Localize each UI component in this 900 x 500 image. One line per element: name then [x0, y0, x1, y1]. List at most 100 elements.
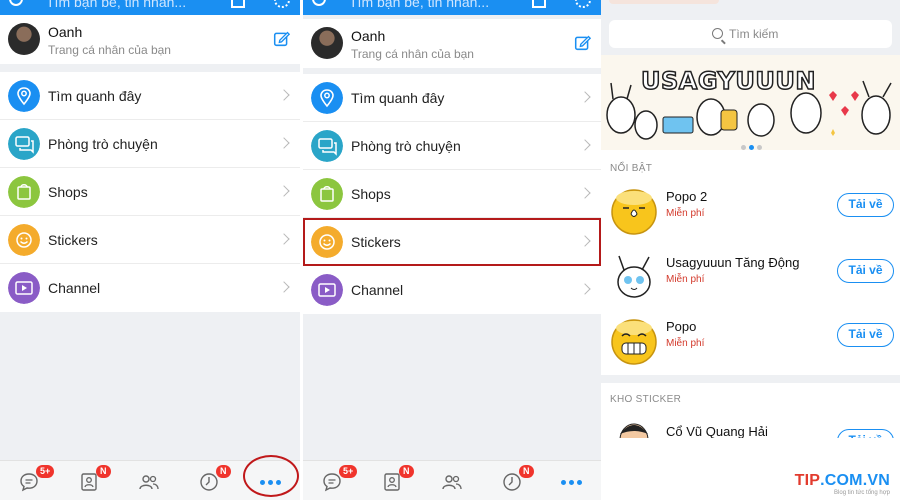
download-button[interactable]: Tải về [837, 323, 894, 347]
chat-room-icon [8, 128, 40, 160]
contacts-badge: N [96, 465, 111, 478]
sticker-search-placeholder: Tìm kiếm [729, 27, 779, 41]
more-dots-icon[interactable] [561, 480, 583, 486]
sticker-store-screen: Tìm kiếm USAGYUUUN NỔI BẬT Popo 2 Miễn p… [601, 0, 900, 500]
menu-item-channel[interactable]: Channel [303, 266, 601, 314]
chevron-right-icon [278, 281, 290, 293]
menu-item-label: Stickers [351, 234, 401, 250]
menu-item-stickers[interactable]: Stickers [0, 216, 300, 264]
bottom-navigation: 5+ N N [303, 460, 601, 500]
section-separator [601, 375, 900, 383]
sticker-pack-row[interactable]: Popo Miễn phí Tải về [601, 310, 900, 372]
edit-icon[interactable] [574, 34, 591, 51]
chevron-right-icon [579, 283, 591, 295]
search-placeholder: Tìm bạn bè, tin nhắn... [349, 0, 490, 10]
more-tab-highlight-ring [243, 455, 299, 497]
chat-room-icon [311, 130, 343, 162]
profile-row[interactable]: Oanh Trang cá nhân của bạn [303, 19, 601, 68]
chevron-right-icon [579, 187, 591, 199]
contacts-badge: N [399, 465, 414, 478]
pack-name: Usagyuuun Tăng Động [666, 255, 800, 270]
menu-item-label: Phòng trò chuyện [351, 138, 461, 154]
menu-item-chat-room[interactable]: Phòng trò chuyện [303, 122, 601, 170]
sticker-search-input[interactable]: Tìm kiếm [609, 20, 892, 48]
shopping-bag-icon [8, 176, 40, 208]
chevron-right-icon [579, 139, 591, 151]
gear-icon[interactable] [274, 0, 290, 8]
watermark-domain: .COM.VN [820, 472, 890, 489]
banner-page-indicator [741, 137, 765, 150]
menu-item-label: Stickers [48, 232, 98, 248]
profile-name: Oanh [48, 24, 83, 40]
shopping-bag-icon [311, 178, 343, 210]
usagyuuun-sticker-thumbnail [617, 255, 651, 298]
pack-price: Miễn phí [666, 208, 705, 219]
search-bar[interactable]: Tìm bạn bè, tin nhắn... [303, 0, 601, 15]
watermark-tagline: Blog tin tức tổng hợp [834, 490, 890, 496]
chevron-right-icon [278, 233, 290, 245]
banner-title: USAGYUUUN [640, 66, 816, 96]
menu-item-channel[interactable]: Channel [0, 264, 300, 312]
menu-item-label: Channel [351, 282, 404, 298]
chevron-right-icon [579, 91, 591, 103]
menu-item-label: Phòng trò chuyện [48, 136, 158, 152]
more-screen-1: Tìm bạn bè, tin nhắn... Oanh Trang cá nh… [0, 0, 300, 500]
pack-price: Miễn phí [666, 274, 705, 285]
menu-item-label: Channel [48, 280, 101, 296]
menu-item-shops[interactable]: Shops [303, 170, 601, 218]
chevron-right-icon [579, 235, 591, 247]
chevron-right-icon [278, 137, 290, 149]
timeline-badge: N [216, 465, 231, 478]
search-bar[interactable]: Tìm bạn bè, tin nhắn... [0, 0, 300, 15]
featured-banner[interactable]: USAGYUUUN [601, 55, 900, 150]
qr-code-icon[interactable] [532, 0, 546, 8]
pack-name: Popo 2 [666, 189, 708, 204]
download-button[interactable]: Tải về [837, 193, 894, 217]
profile-name: Oanh [351, 28, 386, 44]
smiley-icon [8, 224, 40, 256]
featured-section-heading: NỔI BẬT [610, 163, 653, 174]
qr-code-icon[interactable] [231, 0, 245, 8]
menu-item-label: Shops [48, 184, 88, 200]
menu-item-nearby[interactable]: Tìm quanh đây [0, 72, 300, 120]
chevron-right-icon [278, 185, 290, 197]
popo-2-sticker-thumbnail [611, 189, 657, 235]
search-icon [9, 0, 23, 6]
groups-icon[interactable] [138, 471, 160, 493]
menu-item-label: Tìm quanh đây [351, 90, 445, 106]
menu-item-label: Shops [351, 186, 391, 202]
messages-badge: 5+ [339, 465, 358, 478]
top-strip [609, 0, 719, 4]
store-header: Tìm kiếm USAGYUUUN [601, 0, 900, 150]
download-button[interactable]: Tải về [837, 429, 894, 438]
popo-sticker-thumbnail [611, 319, 657, 365]
menu-item-nearby[interactable]: Tìm quanh đây [303, 74, 601, 122]
chevron-right-icon [278, 89, 290, 101]
edit-icon[interactable] [273, 30, 290, 47]
menu-item-shops[interactable]: Shops [0, 168, 300, 216]
gear-icon[interactable] [575, 0, 591, 8]
feature-menu: Tìm quanh đây Phòng trò chuyện Shops Sti… [0, 72, 300, 312]
smiley-icon [311, 226, 343, 258]
avatar [8, 23, 40, 55]
profile-row[interactable]: Oanh Trang cá nhân của bạn [0, 15, 300, 64]
more-screen-2: Tìm bạn bè, tin nhắn... Oanh Trang cá nh… [303, 0, 601, 500]
menu-item-stickers-highlighted[interactable]: Stickers [303, 218, 601, 266]
avatar [311, 27, 343, 59]
download-button[interactable]: Tải về [837, 259, 894, 283]
pack-name: Popo [666, 319, 697, 334]
sticker-pack-row[interactable]: Usagyuuun Tăng Động Miễn phí Tải về [601, 246, 900, 308]
search-icon [312, 0, 326, 6]
menu-item-label: Tìm quanh đây [48, 88, 142, 104]
co-vu-quang-hai-sticker-thumbnail [619, 423, 649, 438]
video-channel-icon [8, 272, 40, 304]
groups-icon[interactable] [441, 471, 463, 493]
profile-subtitle: Trang cá nhân của bạn [48, 43, 171, 57]
sticker-pack-row[interactable]: Popo 2 Miễn phí Tải về [601, 180, 900, 242]
menu-item-chat-room[interactable]: Phòng trò chuyện [0, 120, 300, 168]
feature-menu: Tìm quanh đây Phòng trò chuyện Shops Sti… [303, 74, 601, 314]
watermark: TIP.COM.VN Blog tin tức tổng hợp [795, 472, 890, 496]
profile-subtitle: Trang cá nhân của bạn [351, 47, 474, 61]
sticker-pack-row[interactable]: Cổ Vũ Quang Hải Tải về [601, 410, 900, 438]
location-pin-icon [8, 80, 40, 112]
